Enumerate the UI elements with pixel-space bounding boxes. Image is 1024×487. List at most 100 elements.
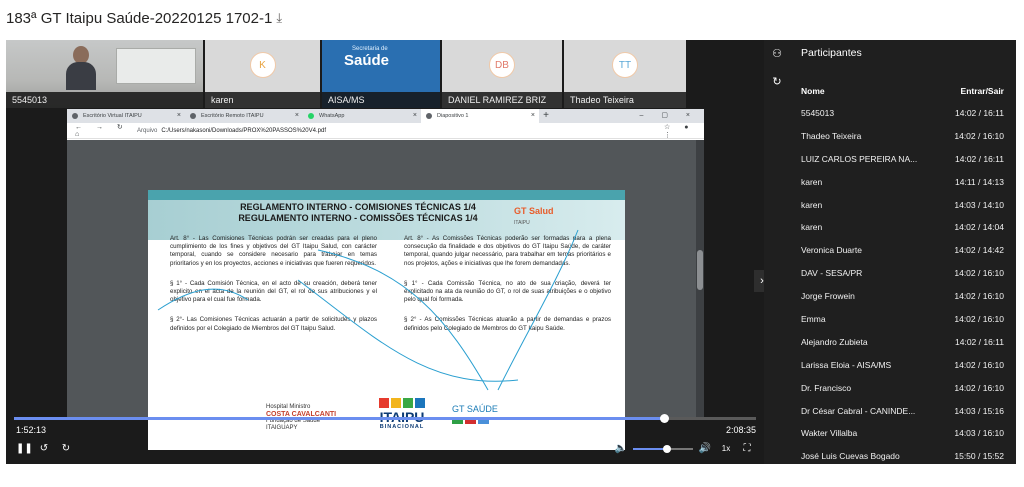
tab-label: Escritório Virtual ITAIPU	[83, 113, 142, 119]
list-item: LUIZ CARLOS PEREIRA NA... 14:02 / 16:11	[801, 153, 1004, 164]
list-item: Jorge Frowein 14:02 / 16:10	[801, 291, 1004, 302]
speed-button[interactable]: 1x	[719, 442, 733, 456]
tab-favicon-icon	[190, 113, 196, 119]
gt-saude-logo: GT SAÚDE	[452, 404, 498, 424]
seek-knob[interactable]	[659, 414, 669, 423]
list-item: Dr. Francisco 14:02 / 16:10	[801, 382, 1004, 393]
new-tab-icon[interactable]: +	[539, 109, 553, 123]
download-icon[interactable]: ⤓	[276, 10, 282, 26]
avatar: TT	[612, 52, 638, 78]
close-icon[interactable]: ×	[531, 109, 535, 123]
list-item: Alejandro Zubieta 14:02 / 16:11	[801, 336, 1004, 347]
list-item: Larissa Eloia - AISA/MS 14:02 / 16:10	[801, 359, 1004, 370]
fullscreen-icon[interactable]: ⛶	[740, 442, 754, 456]
list-item: Veronica Duarte 14:02 / 14:42	[801, 245, 1004, 256]
participant-tile-name: Thadeo Teixeira	[564, 92, 686, 108]
participant-tile[interactable]: Secretaria de Saúde AISA/MS	[322, 40, 442, 108]
seek-bar[interactable]	[14, 414, 756, 423]
participant-tile-name: DANIEL RAMIREZ BRIZ	[442, 92, 562, 108]
slide-title-pt: REGULAMENTO INTERNO - COMISSÕES TÉCNICAS…	[238, 213, 478, 223]
participant-video	[66, 44, 96, 90]
participant-tiles: 5545013 K karen Secretaria de Saúde AISA…	[6, 40, 764, 108]
shared-browser-window: Escritório Virtual ITAIPU × Escritório Re…	[67, 109, 704, 450]
aisa-logo: Saúde	[344, 52, 390, 69]
background-window	[116, 48, 196, 84]
avatar: DB	[489, 52, 515, 78]
volume-slider[interactable]	[633, 445, 693, 453]
pdf-slide: REGLAMENTO INTERNO - COMISIONES TÉCNICAS…	[148, 190, 625, 450]
url-text: C:/Users/nakasoni/Downloads/PROX%20PASSO…	[161, 127, 326, 134]
tab-label: WhatsApp	[319, 113, 345, 119]
list-item: karen 14:02 / 14:04	[801, 222, 1004, 233]
pdf-scrollbar[interactable]	[696, 140, 704, 419]
tab-favicon-icon	[426, 113, 432, 119]
browser-tab[interactable]: Escritório Remoto ITAIPU ×	[185, 109, 303, 123]
close-icon[interactable]: ×	[295, 109, 299, 123]
panel-rail: ⚇ ↻	[764, 40, 790, 464]
url-field[interactable]: Arquivo C:/Users/nakasoni/Downloads/PROX%…	[137, 128, 664, 134]
slide-band	[148, 190, 625, 200]
volume-icon[interactable]: 🔊	[698, 442, 712, 456]
close-icon[interactable]: ×	[413, 109, 417, 123]
paragraph: § 2°- Las Comisiones Técnicas actuarán a…	[170, 316, 377, 332]
address-bar: ← → ↻ ⌂ Arquivo C:/Users/nakasoni/Downloa…	[67, 123, 704, 139]
browser-tab[interactable]: Escritório Virtual ITAIPU ×	[67, 109, 185, 123]
star-profile-icon[interactable]: ☆ ● ⋮	[664, 123, 704, 139]
slide-logos: Hospital Ministro COSTA CAVALCANTI Funda…	[266, 398, 516, 442]
col-name-header: Nome	[801, 86, 825, 96]
whatsapp-icon	[308, 113, 314, 119]
recording-title: 183ª GT Itaipu Saúde-20220125 1702-1 ⤓	[6, 8, 282, 28]
video-player[interactable]: 5545013 K karen Secretaria de Saúde AISA…	[6, 40, 764, 464]
avatar: K	[249, 52, 276, 78]
participant-tile[interactable]: 5545013	[6, 40, 205, 108]
paragraph: § 2° - As Comissões Técnicas atuarão a p…	[404, 316, 611, 332]
browser-tabs: Escritório Virtual ITAIPU × Escritório Re…	[67, 109, 704, 123]
list-item: Emma 14:02 / 16:10	[801, 314, 1004, 325]
participant-tile[interactable]: TT Thadeo Teixeira	[564, 40, 688, 108]
browser-tab-active[interactable]: Diapositivo 1 ×	[421, 109, 539, 123]
participant-tile-name: karen	[205, 92, 320, 108]
slide-title-es: REGLAMENTO INTERNO - COMISIONES TÉCNICAS…	[240, 202, 476, 212]
list-item: Dr César Cabral - CANINDE... 14:03 / 15:1…	[801, 405, 1004, 416]
pause-icon[interactable]: ❚❚	[16, 442, 33, 456]
rewind-icon[interactable]: ↺	[38, 442, 50, 456]
participants-list: 5545013 14:02 / 16:11 Thadeo Teixeira 14:0…	[801, 108, 1004, 474]
recording-viewer: 183ª GT Itaipu Saúde-20220125 1702-1 ⤓ 5…	[0, 0, 1024, 487]
participant-tile-name: AISA/MS	[322, 92, 440, 108]
seek-bar-fill	[14, 417, 665, 420]
list-item: karen 14:11 / 14:13	[801, 176, 1004, 187]
mute-icon[interactable]: 🔈	[614, 442, 628, 456]
tab-label: Diapositivo 1	[437, 113, 469, 119]
current-time: 1:52:13	[16, 425, 47, 435]
close-icon[interactable]: ×	[177, 109, 181, 123]
list-item: karen 14:03 / 14:10	[801, 199, 1004, 210]
list-item: José Luis Cuevas Bogado 15:50 / 15:52	[801, 451, 1004, 462]
browser-tab[interactable]: WhatsApp ×	[303, 109, 421, 123]
list-item: Wakter Villalba 14:03 / 16:10	[801, 428, 1004, 439]
participant-tile[interactable]: K karen	[205, 40, 322, 108]
participant-tile[interactable]: DB DANIEL RAMIREZ BRIZ	[442, 40, 564, 108]
forward-icon[interactable]: ↻	[60, 442, 72, 456]
col-time-header: Entrar/Sair	[960, 86, 1004, 96]
participants-icon[interactable]: ⚇	[771, 48, 783, 60]
pdf-viewer: REGLAMENTO INTERNO - COMISIONES TÉCNICAS…	[67, 140, 704, 450]
chat-icon[interactable]: ↻	[771, 76, 783, 88]
participant-tile-name: 5545013	[6, 92, 203, 108]
gt-salud-logo: GT Salud ITAIPU	[514, 206, 554, 226]
nav-buttons-icon[interactable]: ← → ↻ ⌂	[67, 123, 137, 138]
window-controls[interactable]: – ▢ ×	[640, 109, 698, 123]
slide-column-pt: Art. 8° - As Comissões Técnicas poderão …	[404, 235, 611, 345]
total-time: 2:08:35	[726, 425, 757, 435]
paragraph: § 1° - Cada Comisión Técnica, en el acto…	[170, 279, 377, 304]
paragraph: § 1° - Cada Comissão Técnica, no ato de …	[404, 279, 611, 304]
slide-title: REGLAMENTO INTERNO - COMISIONES TÉCNICAS…	[208, 202, 508, 224]
participants-header: Nome Entrar/Sair	[801, 86, 1004, 96]
address-prefix: Arquivo	[137, 127, 158, 134]
recording-title-text: 183ª GT Itaipu Saúde-20220125 1702-1	[6, 9, 273, 27]
participants-panel: ⚇ ↻ Participantes Nome Entrar/Sair 55450…	[764, 40, 1016, 464]
chevron-right-icon[interactable]: ›	[754, 270, 764, 292]
paragraph: Art. 8° - Las Comisiones Técnicas podrán…	[170, 235, 377, 267]
paragraph: Art. 8° - As Comissões Técnicas poderão …	[404, 235, 611, 267]
panel-title: Participantes	[801, 47, 862, 59]
tab-favicon-icon	[72, 113, 78, 119]
